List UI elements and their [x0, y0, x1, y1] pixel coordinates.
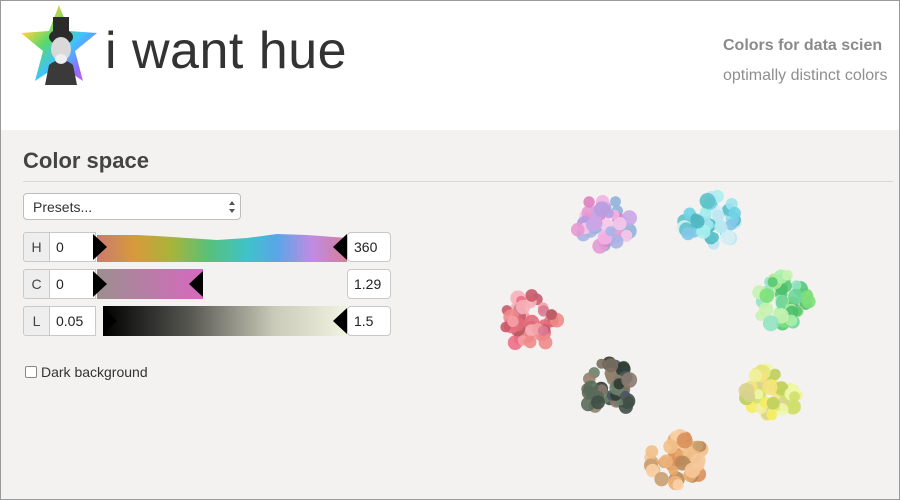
color-dot	[645, 445, 659, 458]
lightness-range-row: L 0.05 1.5	[23, 306, 391, 336]
color-cluster-yellow	[738, 363, 803, 422]
color-dot	[654, 472, 669, 487]
color-dot	[681, 226, 695, 241]
site-header: i want hue Colors for data scien optimal…	[1, 1, 899, 130]
color-dot	[571, 222, 585, 237]
color-dot	[605, 226, 616, 237]
tagline: optimally distinct colors	[723, 67, 888, 84]
color-dot	[782, 269, 793, 281]
chroma-label: C	[23, 269, 50, 299]
hue-max-input[interactable]: 360	[347, 232, 391, 262]
color-cluster-dark-mixed	[581, 356, 638, 414]
lightness-min-handle[interactable]	[103, 306, 117, 336]
color-dot	[591, 395, 605, 410]
color-dot	[766, 396, 780, 410]
color-cluster-pink-lilac	[571, 195, 637, 254]
lightness-min-input[interactable]: 0.05	[50, 306, 96, 336]
color-dot	[789, 391, 800, 402]
hue-min-handle[interactable]	[93, 232, 107, 262]
lightness-slider-track[interactable]	[103, 306, 347, 336]
color-dot	[589, 217, 602, 230]
color-dot	[759, 288, 775, 303]
hue-min-input[interactable]: 0	[50, 232, 96, 262]
color-dot	[728, 206, 741, 220]
color-dot	[692, 440, 703, 451]
chroma-slider-track[interactable]	[97, 269, 203, 299]
presets-selected-value: Presets...	[33, 199, 93, 215]
app-title[interactable]: i want hue	[105, 21, 347, 81]
color-dot	[621, 372, 638, 388]
color-dot	[672, 479, 684, 491]
chroma-max-handle[interactable]	[189, 269, 203, 299]
chroma-min-handle[interactable]	[93, 269, 107, 299]
color-dot	[708, 232, 719, 243]
hue-max-handle[interactable]	[333, 232, 347, 262]
tagline-bold: Colors for data scien	[723, 37, 883, 54]
color-dot	[537, 325, 549, 337]
color-dot	[610, 196, 621, 207]
dark-background-checkbox[interactable]	[25, 366, 37, 378]
color-cluster-green	[752, 269, 816, 332]
chroma-min-input[interactable]: 0	[50, 269, 96, 299]
color-dot	[690, 214, 705, 229]
color-dot	[684, 462, 701, 478]
lightness-max-input[interactable]: 1.5	[347, 306, 391, 336]
color-dot	[525, 289, 538, 302]
color-space-plot	[500, 189, 816, 491]
color-dot	[546, 309, 557, 320]
dark-background-label[interactable]: Dark background	[41, 364, 148, 380]
color-dot	[767, 277, 778, 288]
hue-slider-track[interactable]	[97, 232, 347, 262]
color-dot	[515, 299, 531, 315]
color-dot	[801, 290, 813, 302]
hue-range-row: H 0 360	[23, 232, 391, 262]
uncle-sam-rainbow-star-icon[interactable]	[19, 3, 99, 85]
lightness-label: L	[23, 306, 50, 336]
color-dot	[748, 368, 763, 383]
select-arrows-icon	[229, 201, 235, 213]
color-dot	[663, 439, 679, 454]
color-dot	[788, 402, 800, 414]
section-title: Color space	[23, 148, 149, 173]
color-dot	[583, 196, 595, 208]
color-dot	[583, 380, 599, 396]
color-dot	[523, 335, 537, 349]
color-dot	[659, 454, 673, 469]
color-dot	[738, 383, 755, 399]
lightness-max-handle[interactable]	[333, 306, 347, 336]
color-dot	[776, 294, 788, 307]
color-dot	[603, 208, 614, 219]
color-dot	[622, 396, 635, 408]
chroma-range-row: C 0 1.29	[23, 269, 391, 299]
color-dot	[507, 315, 519, 328]
chroma-max-input[interactable]: 1.29	[347, 269, 391, 299]
color-dot	[712, 209, 725, 223]
color-dot	[676, 432, 693, 449]
color-dot	[791, 280, 802, 291]
color-dot	[769, 368, 781, 381]
color-dot	[668, 465, 679, 476]
hue-label: H	[23, 232, 50, 262]
color-cluster-orange	[643, 429, 709, 491]
color-dot	[762, 315, 779, 332]
color-cluster-cyan	[676, 189, 742, 250]
app-window: i want hue Colors for data scien optimal…	[0, 0, 900, 500]
color-dot	[716, 221, 728, 233]
color-dot	[788, 288, 804, 304]
color-dot	[699, 193, 716, 209]
presets-select[interactable]: Presets...	[23, 193, 241, 220]
color-dot	[766, 409, 778, 421]
color-dot	[604, 358, 619, 373]
color-cluster-red-pink	[500, 289, 565, 350]
